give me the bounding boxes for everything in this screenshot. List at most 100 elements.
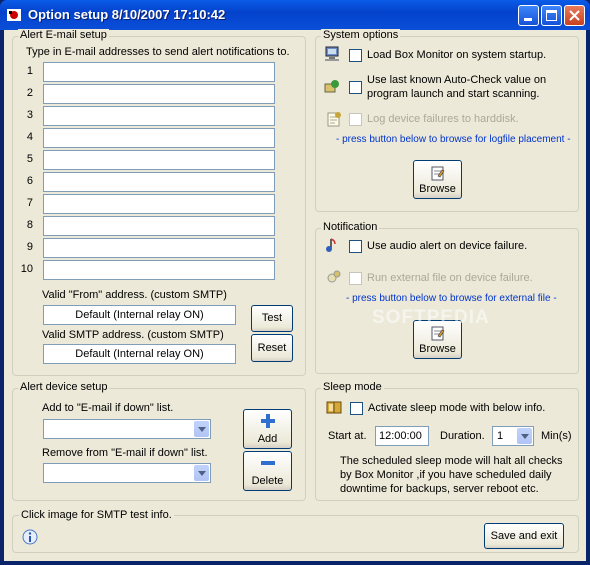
- sleep-mode-group: Sleep mode Activate sleep mode with belo…: [315, 381, 579, 501]
- minimize-icon: [524, 18, 532, 21]
- email-row-number: 2: [26, 87, 33, 99]
- watermark: SOFTPEDIA: [372, 307, 490, 328]
- external-file-label: Run external file on device failure.: [367, 272, 533, 284]
- sleep-info-line1: The scheduled sleep mode will halt all c…: [340, 455, 563, 467]
- title-bar[interactable]: Option setup 8/10/2007 17:10:42: [0, 0, 590, 30]
- sleep-book-icon: [326, 401, 342, 414]
- duration-value: 1: [497, 430, 504, 442]
- email-row-number: 7: [26, 197, 33, 209]
- sleep-mode-checkbox[interactable]: [350, 402, 363, 415]
- email-address-field[interactable]: [43, 106, 275, 126]
- minutes-label: Min(s): [541, 430, 572, 442]
- email-address-field[interactable]: [43, 260, 275, 280]
- sleep-info-line3: downtime for backups, server reboot etc.: [340, 483, 539, 495]
- email-address-field[interactable]: [43, 150, 275, 170]
- start-at-label: Start at.: [328, 430, 367, 442]
- auto-check-label-line1: Use last known Auto-Check value on: [367, 74, 547, 86]
- smtp-info-label: Click image for SMTP test info.: [19, 509, 174, 521]
- load-on-startup-checkbox[interactable]: [349, 49, 362, 62]
- system-options-legend: System options: [321, 29, 401, 41]
- sleep-mode-legend: Sleep mode: [321, 381, 384, 393]
- browse-logfile-label: Browse: [419, 183, 456, 195]
- delete-label: Delete: [251, 475, 284, 487]
- client-area: Alert E-mail setup Type in E-mail addres…: [4, 29, 586, 561]
- add-list-label: Add to "E-mail if down" list.: [42, 402, 174, 414]
- add-button[interactable]: Add: [243, 409, 292, 449]
- email-address-field[interactable]: [43, 194, 275, 214]
- alert-device-group: Alert device setup Add to "E-mail if dow…: [12, 381, 306, 501]
- email-address-field[interactable]: [43, 238, 275, 258]
- load-on-startup-label: Load Box Monitor on system startup.: [367, 49, 547, 61]
- browse-logfile-button[interactable]: Browse: [413, 160, 462, 199]
- email-address-field[interactable]: [43, 172, 275, 192]
- window-title: Option setup 8/10/2007 17:10:42: [28, 7, 226, 22]
- audio-alert-label: Use audio alert on device failure.: [367, 240, 528, 252]
- info-icon[interactable]: [22, 529, 38, 545]
- email-address-field[interactable]: [43, 62, 275, 82]
- start-time-field[interactable]: 12:00:00: [375, 426, 429, 446]
- chevron-down-icon: [517, 428, 532, 444]
- log-file-icon: [327, 112, 341, 127]
- audio-alert-icon: [326, 238, 336, 252]
- sleep-mode-label: Activate sleep mode with below info.: [368, 402, 546, 414]
- add-device-dropdown[interactable]: [43, 419, 211, 439]
- test-button[interactable]: Test: [251, 305, 293, 332]
- external-file-checkbox[interactable]: [349, 272, 362, 285]
- reset-button[interactable]: Reset: [251, 334, 293, 362]
- computer-startup-icon: [325, 46, 339, 61]
- maximize-icon: [546, 10, 557, 21]
- option-setup-window: Option setup 8/10/2007 17:10:42 Alert E-…: [0, 0, 590, 565]
- footer-group: Click image for SMTP test info. Save and…: [12, 509, 579, 553]
- remove-list-label: Remove from "E-mail if down" list.: [42, 447, 208, 459]
- add-label: Add: [257, 433, 278, 445]
- email-address-field[interactable]: [43, 216, 275, 236]
- email-row-number: 1: [26, 65, 33, 77]
- notification-legend: Notification: [321, 221, 380, 233]
- browse-external-label: Browse: [419, 343, 456, 355]
- email-address-field[interactable]: [43, 84, 275, 104]
- duration-label: Duration.: [440, 430, 485, 442]
- save-and-exit-button[interactable]: Save and exit: [484, 523, 564, 549]
- smtp-address-field[interactable]: Default (Internal relay ON): [43, 344, 236, 364]
- email-address-field[interactable]: [43, 128, 275, 148]
- chevron-down-icon: [194, 465, 209, 481]
- smtp-address-label: Valid SMTP address. (custom SMTP): [42, 329, 224, 341]
- alert-email-group: Alert E-mail setup Type in E-mail addres…: [12, 29, 306, 376]
- email-row-number: 9: [26, 241, 33, 253]
- email-row-number: 3: [26, 109, 33, 121]
- plus-icon: [261, 414, 275, 428]
- browse-icon: [431, 166, 445, 181]
- from-address-field[interactable]: Default (Internal relay ON): [43, 305, 236, 325]
- auto-check-icon: [324, 80, 339, 93]
- external-file-hint: - press button below to browse for exter…: [346, 293, 557, 304]
- duration-dropdown[interactable]: 1: [492, 426, 534, 446]
- logfile-hint: - press button below to browse for logfi…: [336, 134, 571, 145]
- maximize-button[interactable]: [541, 5, 562, 26]
- auto-check-label-line2: program launch and start scanning.: [367, 88, 540, 100]
- minus-icon: [261, 461, 275, 465]
- from-address-label: Valid "From" address. (custom SMTP): [42, 289, 227, 301]
- system-options-group: System options Load Box Monitor on syste…: [315, 29, 579, 212]
- email-row-number: 8: [26, 219, 33, 231]
- close-button[interactable]: [564, 5, 585, 26]
- email-row-number: 6: [26, 175, 33, 187]
- notification-group: Notification Use audio alert on device f…: [315, 221, 579, 374]
- email-row-number: 4: [26, 131, 33, 143]
- external-file-icon: [327, 270, 341, 283]
- alert-email-legend: Alert E-mail setup: [18, 29, 109, 41]
- delete-button[interactable]: Delete: [243, 451, 292, 491]
- remove-device-dropdown[interactable]: [43, 463, 211, 483]
- alert-device-legend: Alert device setup: [18, 381, 110, 393]
- sleep-info-line2: by Box Monitor ,if you have scheduled da…: [340, 469, 552, 481]
- auto-check-checkbox[interactable]: [349, 81, 362, 94]
- email-row-number: 10: [20, 263, 33, 275]
- log-failures-label: Log device failures to harddisk.: [367, 113, 519, 125]
- email-row-number: 5: [26, 153, 33, 165]
- email-instruction: Type in E-mail addresses to send alert n…: [26, 46, 290, 58]
- close-icon: [569, 10, 580, 21]
- minimize-button[interactable]: [518, 5, 539, 26]
- chevron-down-icon: [194, 421, 209, 437]
- log-failures-checkbox[interactable]: [349, 113, 362, 126]
- audio-alert-checkbox[interactable]: [349, 240, 362, 253]
- app-icon: [7, 9, 21, 21]
